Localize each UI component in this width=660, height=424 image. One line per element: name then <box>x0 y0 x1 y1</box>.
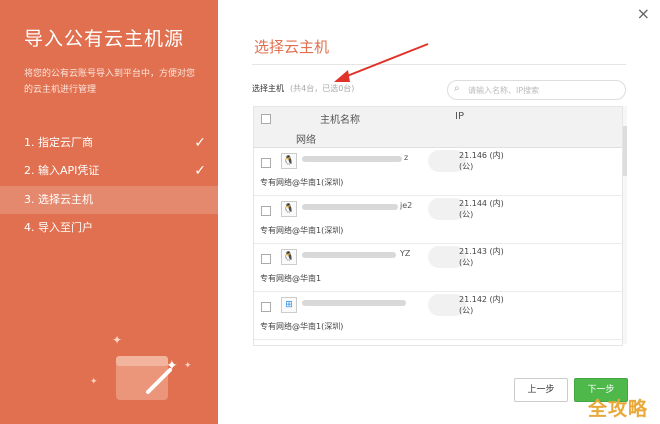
step-select-hosts[interactable]: 3. 选择云主机 <box>0 186 218 214</box>
network-cell: 专有网络@华南1(深圳) <box>260 226 344 235</box>
search-placeholder: 请输入名称、IP搜索 <box>468 86 540 95</box>
table-row[interactable]: 🐧 je2 21.144 (内) (公) 专有网络@华南1(深圳) <box>254 196 622 244</box>
ip-cell: 21.144 (内) (公) <box>459 198 504 220</box>
wizard-sidebar: 导入公有云主机源 将您的公有云账号导入到平台中，方便对您的云主机进行管理 1. … <box>0 0 218 424</box>
linux-icon: 🐧 <box>281 201 297 217</box>
step-import-portal[interactable]: 4. 导入至门户 <box>0 214 218 242</box>
svg-text:✦: ✦ <box>112 333 122 347</box>
ip-private: 21.142 (内) <box>459 295 504 304</box>
table-header: 主机名称 IP 网络 <box>254 107 622 148</box>
column-header-name: 主机名称 <box>320 115 360 126</box>
host-name-suffix: z <box>404 153 409 162</box>
host-name-redacted <box>302 204 398 210</box>
step-label: 3. 选择云主机 <box>24 193 93 206</box>
ip-cell: 21.146 (内) (公) <box>459 150 504 172</box>
svg-text:✦: ✦ <box>90 377 98 387</box>
ip-public: (公) <box>459 306 474 315</box>
step-label: 1. 指定云厂商 <box>24 136 93 149</box>
select-hosts-label: 选择主机 <box>252 84 284 93</box>
network-cell: 专有网络@华南1(深圳) <box>260 178 344 187</box>
linux-icon: 🐧 <box>281 153 297 169</box>
step-label: 2. 输入API凭证 <box>24 164 100 177</box>
ip-private: 21.143 (内) <box>459 247 504 256</box>
table-row[interactable]: 🐧 z 21.146 (内) (公) 专有网络@华南1(深圳) <box>254 148 622 196</box>
step-api-credentials[interactable]: 2. 输入API凭证 ✓ <box>0 157 218 185</box>
row-checkbox[interactable] <box>261 206 271 216</box>
host-name-redacted <box>302 252 396 258</box>
sidebar-title: 导入公有云主机源 <box>24 28 185 50</box>
sidebar-description: 将您的公有云账号导入到平台中，方便对您的云主机进行管理 <box>24 69 196 95</box>
dialog-main: × 选择云主机 选择主机 (共4台，已选0台) ⌕ 请输入名称、IP搜索 主机名… <box>218 0 660 424</box>
ip-public: (公) <box>459 162 474 171</box>
network-cell: 专有网络@华南1 <box>260 274 322 283</box>
ip-cell: 21.143 (内) (公) <box>459 246 504 268</box>
column-header-network: 网络 <box>296 135 316 146</box>
search-input[interactable]: ⌕ 请输入名称、IP搜索 <box>447 80 626 100</box>
host-name-redacted <box>302 156 402 162</box>
watermark-logo: 全攻略 <box>588 398 649 420</box>
title-divider <box>252 64 626 65</box>
search-icon: ⌕ <box>454 83 460 94</box>
table-scrollbar[interactable] <box>623 106 627 344</box>
ip-public: (公) <box>459 258 474 267</box>
network-cell: 专有网络@华南1(深圳) <box>260 322 344 331</box>
check-icon: ✓ <box>194 135 206 151</box>
row-checkbox[interactable] <box>261 158 271 168</box>
windows-icon: ⊞ <box>281 297 297 313</box>
host-name-redacted <box>302 300 406 306</box>
scrollbar-thumb[interactable] <box>623 126 627 176</box>
row-checkbox[interactable] <box>261 302 271 312</box>
ip-public: (公) <box>459 210 474 219</box>
table-row[interactable]: ⊞ 21.142 (内) (公) 专有网络@华南1(深圳) <box>254 292 622 340</box>
annotation-arrow-icon <box>334 43 429 82</box>
step-specify-vendor[interactable]: 1. 指定云厂商 ✓ <box>0 129 218 157</box>
host-name-suffix: je2 <box>400 201 413 210</box>
svg-text:✦: ✦ <box>184 361 192 371</box>
step-label: 4. 导入至门户 <box>24 221 93 234</box>
ip-cell: 21.142 (内) (公) <box>459 294 504 316</box>
prev-button[interactable]: 上一步 <box>514 378 568 402</box>
column-header-ip: IP <box>455 111 464 122</box>
row-checkbox[interactable] <box>261 254 271 264</box>
check-icon: ✓ <box>194 163 206 179</box>
cloud-import-illustration-icon: ✦ ✦ ✦ ✦ <box>90 333 192 400</box>
host-table: 主机名称 IP 网络 🐧 z 21.146 (内) (公) 专有网络@华南1(深… <box>253 106 623 346</box>
ip-private: 21.146 (内) <box>459 151 504 160</box>
select-all-checkbox[interactable] <box>261 114 271 124</box>
linux-icon: 🐧 <box>281 249 297 265</box>
close-icon[interactable]: × <box>637 4 650 23</box>
table-row[interactable]: 🐧 YZ 21.143 (内) (公) 专有网络@华南1 <box>254 244 622 292</box>
host-name-suffix: YZ <box>400 249 411 258</box>
page-title: 选择云主机 <box>254 38 330 56</box>
ip-private: 21.144 (内) <box>459 199 504 208</box>
svg-text:✦: ✦ <box>166 358 178 374</box>
